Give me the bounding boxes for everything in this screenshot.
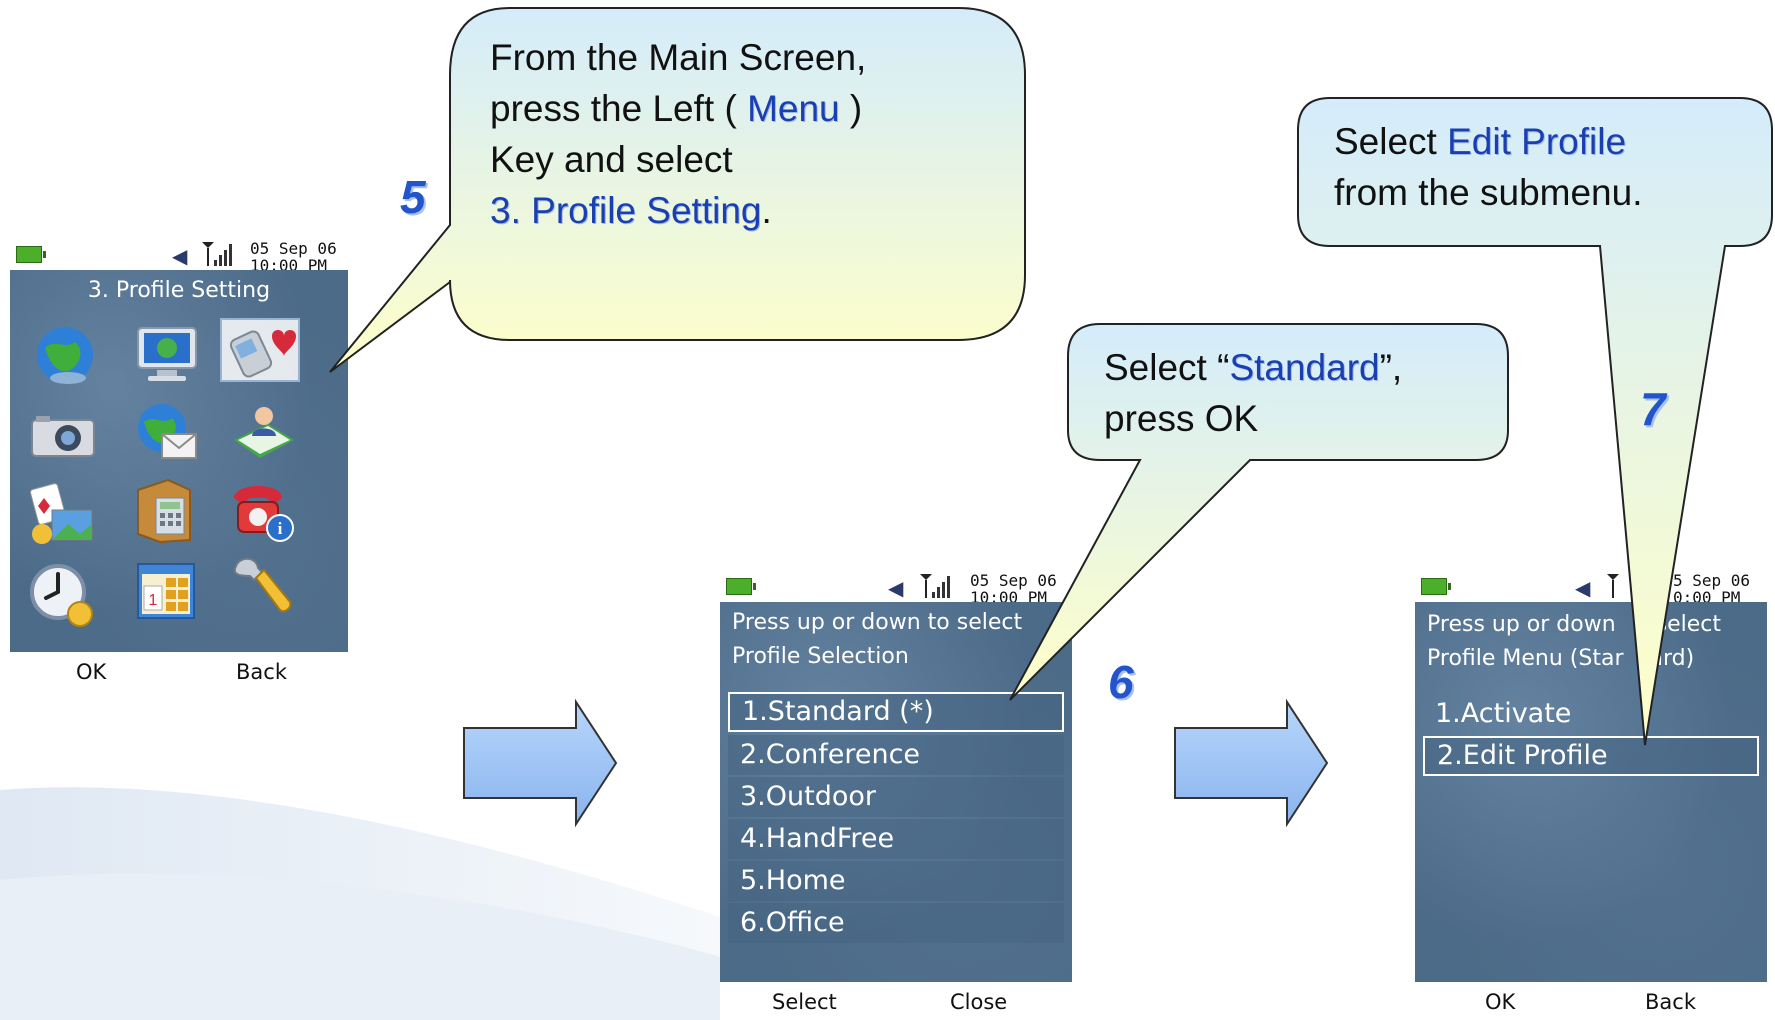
- callout-7-line-1: Select Edit Profile: [1334, 116, 1642, 167]
- callout-7-keyword-edit-profile: Edit Profile: [1447, 121, 1627, 162]
- callout-7-text: Select Edit Profile from the submenu.: [1334, 116, 1642, 218]
- callout-7-line-1-start: Select: [1334, 121, 1448, 162]
- step-number-7: 7: [1640, 383, 1666, 435]
- callout-7-line-2: from the submenu.: [1334, 172, 1643, 213]
